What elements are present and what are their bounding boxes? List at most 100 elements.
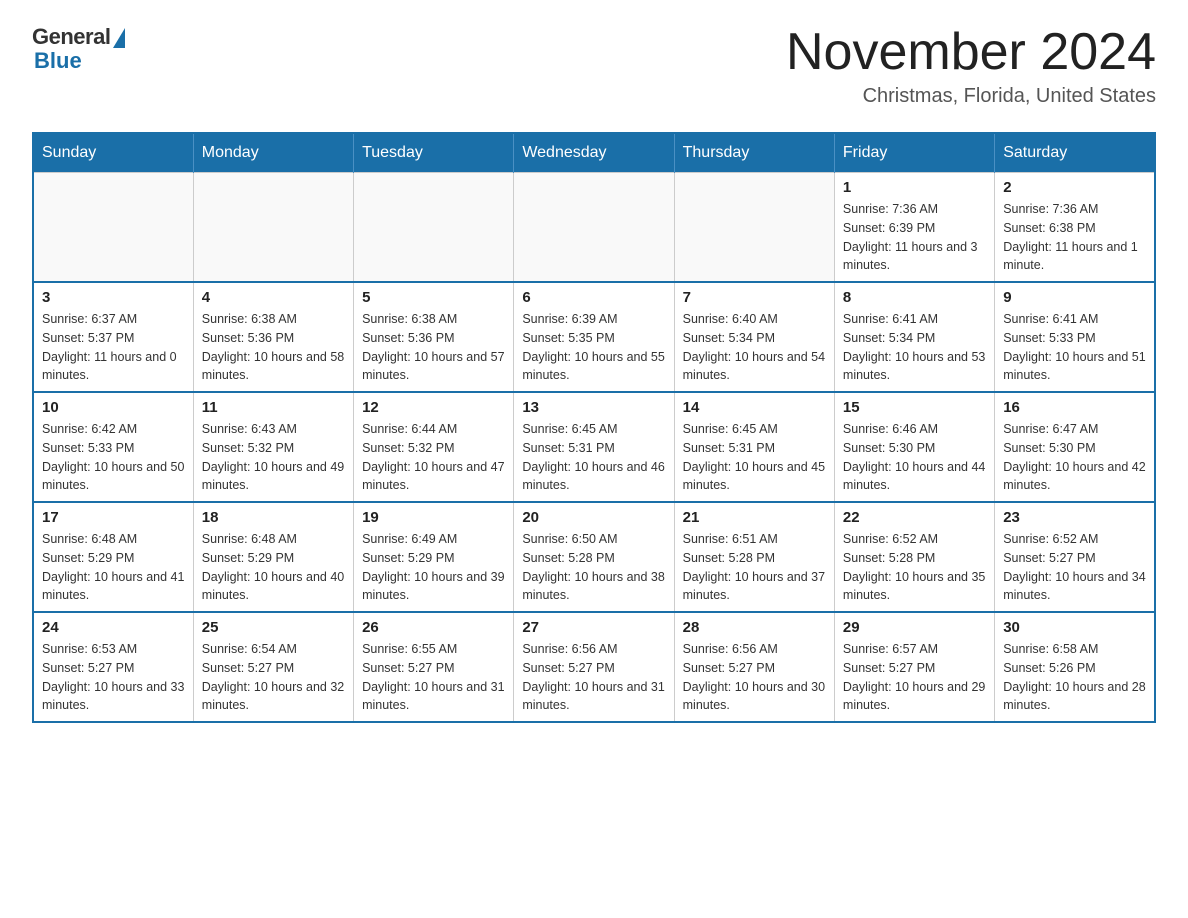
day-info: Sunrise: 6:40 AMSunset: 5:34 PMDaylight:…: [683, 310, 826, 385]
calendar-cell: 10 Sunrise: 6:42 AMSunset: 5:33 PMDayligh…: [33, 392, 193, 502]
day-number: 10: [42, 399, 185, 416]
calendar-cell: 6Sunrise: 6:39 AMSunset: 5:35 PMDaylight…: [514, 282, 674, 392]
day-info: Sunrise: 6:41 AMSunset: 5:33 PMDaylight:…: [1003, 310, 1146, 385]
weekday-header-sunday: Sunday: [33, 133, 193, 173]
day-info: Sunrise: 6:37 AMSunset: 5:37 PMDaylight:…: [42, 310, 185, 385]
calendar-week-row: 3Sunrise: 6:37 AMSunset: 5:37 PMDaylight…: [33, 282, 1155, 392]
day-number: 16: [1003, 399, 1146, 416]
weekday-header-monday: Monday: [193, 133, 353, 173]
day-number: 21: [683, 509, 826, 526]
weekday-header-friday: Friday: [834, 133, 994, 173]
calendar-cell: 2Sunrise: 7:36 AMSunset: 6:38 PMDaylight…: [995, 173, 1155, 283]
calendar-week-row: 24 Sunrise: 6:53 AMSunset: 5:27 PMDayligh…: [33, 612, 1155, 722]
day-info: Sunrise: 7:36 AMSunset: 6:39 PMDaylight:…: [843, 200, 986, 275]
calendar-cell: 29Sunrise: 6:57 AMSunset: 5:27 PMDayligh…: [834, 612, 994, 722]
weekday-header-wednesday: Wednesday: [514, 133, 674, 173]
day-number: 1: [843, 179, 986, 196]
day-number: 7: [683, 289, 826, 306]
calendar-cell: 26 Sunrise: 6:55 AMSunset: 5:27 PMDayligh…: [354, 612, 514, 722]
day-number: 9: [1003, 289, 1146, 306]
title-block: November 2024 Christmas, Florida, United…: [786, 24, 1156, 108]
day-info: Sunrise: 6:46 AMSunset: 5:30 PMDaylight:…: [843, 420, 986, 495]
calendar-cell: 25Sunrise: 6:54 AMSunset: 5:27 PMDayligh…: [193, 612, 353, 722]
calendar-cell: 13 Sunrise: 6:45 AMSunset: 5:31 PMDayligh…: [514, 392, 674, 502]
calendar-cell: 15 Sunrise: 6:46 AMSunset: 5:30 PMDayligh…: [834, 392, 994, 502]
calendar-week-row: 10 Sunrise: 6:42 AMSunset: 5:33 PMDayligh…: [33, 392, 1155, 502]
day-info: Sunrise: 6:56 AMSunset: 5:27 PMDaylight:…: [522, 640, 665, 715]
calendar-cell: [193, 173, 353, 283]
calendar-cell: 30Sunrise: 6:58 AMSunset: 5:26 PMDayligh…: [995, 612, 1155, 722]
day-number: 17: [42, 509, 185, 526]
calendar-cell: 22 Sunrise: 6:52 AMSunset: 5:28 PMDayligh…: [834, 502, 994, 612]
day-info: Sunrise: 6:56 AMSunset: 5:27 PMDaylight:…: [683, 640, 826, 715]
calendar-cell: 27 Sunrise: 6:56 AMSunset: 5:27 PMDayligh…: [514, 612, 674, 722]
day-number: 24: [42, 619, 185, 636]
calendar-cell: 21 Sunrise: 6:51 AMSunset: 5:28 PMDayligh…: [674, 502, 834, 612]
logo: General Blue: [32, 24, 125, 74]
day-info: Sunrise: 6:55 AMSunset: 5:27 PMDaylight:…: [362, 640, 505, 715]
day-info: Sunrise: 6:53 AMSunset: 5:27 PMDaylight:…: [42, 640, 185, 715]
day-info: Sunrise: 6:45 AMSunset: 5:31 PMDaylight:…: [522, 420, 665, 495]
weekday-header-tuesday: Tuesday: [354, 133, 514, 173]
day-number: 11: [202, 399, 345, 416]
month-year-title: November 2024: [786, 24, 1156, 81]
calendar-cell: 17 Sunrise: 6:48 AMSunset: 5:29 PMDayligh…: [33, 502, 193, 612]
calendar-cell: 5Sunrise: 6:38 AMSunset: 5:36 PMDaylight…: [354, 282, 514, 392]
calendar-week-row: 1 Sunrise: 7:36 AMSunset: 6:39 PMDaylight…: [33, 173, 1155, 283]
day-number: 13: [522, 399, 665, 416]
calendar-week-row: 17 Sunrise: 6:48 AMSunset: 5:29 PMDayligh…: [33, 502, 1155, 612]
calendar-cell: 4 Sunrise: 6:38 AMSunset: 5:36 PMDaylight…: [193, 282, 353, 392]
day-number: 18: [202, 509, 345, 526]
day-info: Sunrise: 6:38 AMSunset: 5:36 PMDaylight:…: [202, 310, 345, 385]
day-info: Sunrise: 6:48 AMSunset: 5:29 PMDaylight:…: [202, 530, 345, 605]
day-number: 4: [202, 289, 345, 306]
day-number: 5: [362, 289, 505, 306]
day-info: Sunrise: 6:42 AMSunset: 5:33 PMDaylight:…: [42, 420, 185, 495]
calendar-cell: 14 Sunrise: 6:45 AMSunset: 5:31 PMDayligh…: [674, 392, 834, 502]
calendar-cell: [674, 173, 834, 283]
day-info: Sunrise: 6:49 AMSunset: 5:29 PMDaylight:…: [362, 530, 505, 605]
day-number: 8: [843, 289, 986, 306]
calendar-cell: 7 Sunrise: 6:40 AMSunset: 5:34 PMDaylight…: [674, 282, 834, 392]
day-info: Sunrise: 6:41 AMSunset: 5:34 PMDaylight:…: [843, 310, 986, 385]
day-number: 12: [362, 399, 505, 416]
calendar-cell: 11Sunrise: 6:43 AMSunset: 5:32 PMDayligh…: [193, 392, 353, 502]
weekday-header-saturday: Saturday: [995, 133, 1155, 173]
day-number: 20: [522, 509, 665, 526]
day-info: Sunrise: 6:50 AMSunset: 5:28 PMDaylight:…: [522, 530, 665, 605]
day-number: 19: [362, 509, 505, 526]
day-info: Sunrise: 6:51 AMSunset: 5:28 PMDaylight:…: [683, 530, 826, 605]
calendar-cell: 20 Sunrise: 6:50 AMSunset: 5:28 PMDayligh…: [514, 502, 674, 612]
day-number: 25: [202, 619, 345, 636]
calendar-cell: 28Sunrise: 6:56 AMSunset: 5:27 PMDayligh…: [674, 612, 834, 722]
calendar-cell: [354, 173, 514, 283]
day-number: 23: [1003, 509, 1146, 526]
day-number: 14: [683, 399, 826, 416]
calendar-cell: 3Sunrise: 6:37 AMSunset: 5:37 PMDaylight…: [33, 282, 193, 392]
location-subtitle: Christmas, Florida, United States: [786, 85, 1156, 108]
day-number: 22: [843, 509, 986, 526]
day-number: 27: [522, 619, 665, 636]
day-number: 26: [362, 619, 505, 636]
logo-general-text: General: [32, 24, 110, 50]
day-info: Sunrise: 6:48 AMSunset: 5:29 PMDaylight:…: [42, 530, 185, 605]
calendar-cell: 19 Sunrise: 6:49 AMSunset: 5:29 PMDayligh…: [354, 502, 514, 612]
day-info: Sunrise: 6:52 AMSunset: 5:28 PMDaylight:…: [843, 530, 986, 605]
day-info: Sunrise: 6:44 AMSunset: 5:32 PMDaylight:…: [362, 420, 505, 495]
calendar-cell: 23 Sunrise: 6:52 AMSunset: 5:27 PMDayligh…: [995, 502, 1155, 612]
calendar-cell: [33, 173, 193, 283]
day-number: 30: [1003, 619, 1146, 636]
day-info: Sunrise: 6:47 AMSunset: 5:30 PMDaylight:…: [1003, 420, 1146, 495]
day-number: 15: [843, 399, 986, 416]
calendar-header-row: SundayMondayTuesdayWednesdayThursdayFrid…: [33, 133, 1155, 173]
day-info: Sunrise: 6:52 AMSunset: 5:27 PMDaylight:…: [1003, 530, 1146, 605]
calendar-cell: [514, 173, 674, 283]
calendar-cell: 24 Sunrise: 6:53 AMSunset: 5:27 PMDayligh…: [33, 612, 193, 722]
calendar-cell: 12 Sunrise: 6:44 AMSunset: 5:32 PMDayligh…: [354, 392, 514, 502]
logo-triangle-icon: [113, 28, 125, 48]
weekday-header-thursday: Thursday: [674, 133, 834, 173]
day-info: Sunrise: 7:36 AMSunset: 6:38 PMDaylight:…: [1003, 200, 1146, 275]
day-info: Sunrise: 6:45 AMSunset: 5:31 PMDaylight:…: [683, 420, 826, 495]
day-info: Sunrise: 6:39 AMSunset: 5:35 PMDaylight:…: [522, 310, 665, 385]
calendar-cell: 18 Sunrise: 6:48 AMSunset: 5:29 PMDayligh…: [193, 502, 353, 612]
